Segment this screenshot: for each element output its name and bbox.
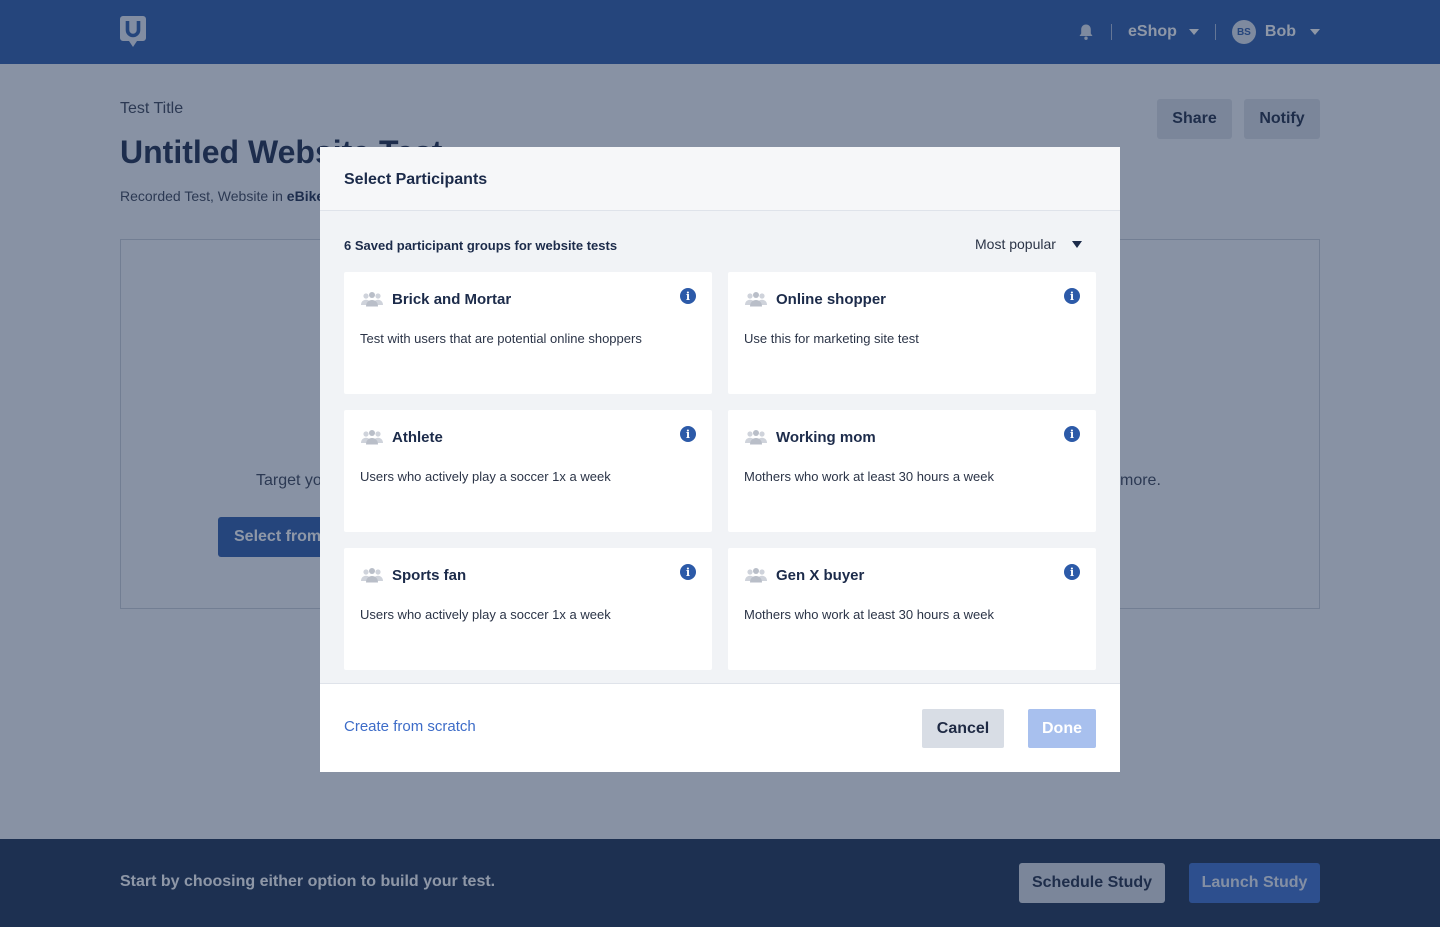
card-title: Sports fan — [392, 567, 467, 584]
card-title: Athlete — [392, 429, 443, 446]
info-icon[interactable]: i — [680, 288, 696, 304]
card-description: Mothers who work at least 30 hours a wee… — [744, 607, 995, 622]
info-icon[interactable]: i — [1064, 426, 1080, 442]
participant-group-card[interactable]: Athlete i Users who actively play a socc… — [344, 410, 712, 532]
modal-footer: Create from scratch Cancel Done — [320, 683, 1120, 772]
modal-header: Select Participants — [320, 147, 1120, 211]
modal-title: Select Participants — [344, 171, 488, 188]
card-description: Mothers who work at least 30 hours a wee… — [744, 469, 995, 484]
sort-dropdown[interactable]: Most popular — [975, 236, 1082, 252]
info-icon[interactable]: i — [680, 426, 696, 442]
participant-group-card[interactable]: Brick and Mortar i Test with users that … — [344, 272, 712, 394]
card-description: Use this for marketing site test — [744, 331, 919, 346]
participant-group-card[interactable]: Online shopper i Use this for marketing … — [728, 272, 1096, 394]
info-icon[interactable]: i — [680, 564, 696, 580]
people-icon — [745, 430, 767, 445]
caret-down-icon — [1071, 240, 1082, 248]
people-icon — [361, 568, 383, 583]
select-participants-modal: Select Participants 6 Saved participant … — [320, 147, 1120, 772]
card-title: Brick and Mortar — [392, 291, 512, 308]
card-title: Online shopper — [776, 291, 887, 308]
participant-group-card[interactable]: Working mom i Mothers who work at least … — [728, 410, 1096, 532]
create-from-scratch-link[interactable]: Create from scratch — [344, 718, 476, 735]
participant-group-card[interactable]: Gen X buyer i Mothers who work at least … — [728, 548, 1096, 670]
card-title: Working mom — [776, 429, 876, 446]
info-icon[interactable]: i — [1064, 288, 1080, 304]
done-button[interactable]: Done — [1028, 709, 1096, 748]
card-description: Users who actively play a soccer 1x a we… — [360, 469, 611, 484]
sort-value: Most popular — [975, 236, 1056, 252]
card-title: Gen X buyer — [776, 567, 865, 584]
people-icon — [745, 292, 767, 307]
cancel-button[interactable]: Cancel — [922, 709, 1004, 748]
participant-group-card[interactable]: Sports fan i Users who actively play a s… — [344, 548, 712, 670]
card-description: Users who actively play a soccer 1x a we… — [360, 607, 611, 622]
modal-body: 6 Saved participant groups for website t… — [320, 211, 1120, 683]
info-icon[interactable]: i — [1064, 564, 1080, 580]
groups-count: 6 Saved participant groups for website t… — [344, 238, 618, 253]
card-description: Test with users that are potential onlin… — [360, 331, 642, 346]
people-icon — [361, 430, 383, 445]
people-icon — [745, 568, 767, 583]
people-icon — [361, 292, 383, 307]
